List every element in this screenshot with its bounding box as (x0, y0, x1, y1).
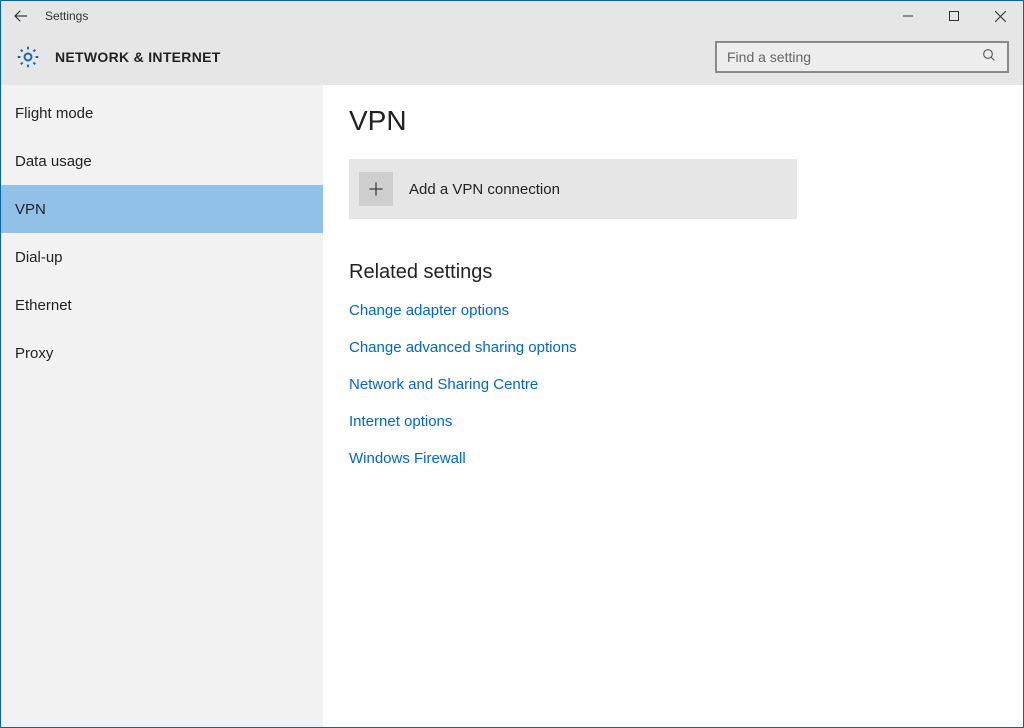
sidebar-item-label: VPN (15, 201, 46, 218)
sidebar: Flight mode Data usage VPN Dial-up Ether… (1, 85, 323, 727)
settings-window: Settings (0, 0, 1024, 728)
sidebar-item-label: Data usage (15, 153, 92, 170)
link-windows-firewall[interactable]: Windows Firewall (349, 450, 466, 467)
maximize-icon (949, 11, 959, 21)
titlebar-left: Settings (7, 2, 88, 30)
link-change-advanced-sharing-options[interactable]: Change advanced sharing options (349, 339, 577, 356)
search-input[interactable] (727, 49, 981, 65)
sidebar-item-data-usage[interactable]: Data usage (1, 137, 323, 185)
gear-icon (15, 44, 41, 70)
related-settings-heading: Related settings (349, 261, 997, 284)
minimize-icon (903, 11, 913, 21)
sidebar-item-flight-mode[interactable]: Flight mode (1, 89, 323, 137)
plus-icon (359, 172, 393, 206)
titlebar: Settings (1, 1, 1023, 31)
sidebar-item-label: Flight mode (15, 105, 93, 122)
close-button[interactable] (977, 1, 1023, 31)
add-vpn-label: Add a VPN connection (409, 181, 560, 198)
arrow-left-icon (12, 7, 30, 25)
content: VPN Add a VPN connection Related setting… (323, 85, 1023, 727)
search-icon (981, 47, 997, 68)
sidebar-item-dial-up[interactable]: Dial-up (1, 233, 323, 281)
window-title: Settings (45, 9, 88, 23)
sidebar-item-label: Dial-up (15, 249, 63, 266)
header-left: NETWORK & INTERNET (15, 44, 221, 70)
sidebar-item-vpn[interactable]: VPN (1, 185, 323, 233)
link-network-and-sharing-centre[interactable]: Network and Sharing Centre (349, 376, 538, 393)
minimize-button[interactable] (885, 1, 931, 31)
link-change-adapter-options[interactable]: Change adapter options (349, 302, 509, 319)
close-icon (995, 11, 1006, 22)
sidebar-item-label: Proxy (15, 345, 53, 362)
header: NETWORK & INTERNET (1, 31, 1023, 85)
maximize-button[interactable] (931, 1, 977, 31)
sidebar-item-label: Ethernet (15, 297, 72, 314)
page-heading: VPN (349, 105, 997, 137)
back-button[interactable] (7, 2, 35, 30)
link-internet-options[interactable]: Internet options (349, 413, 452, 430)
header-title: NETWORK & INTERNET (55, 49, 221, 65)
related-links: Change adapter options Change advanced s… (349, 302, 997, 467)
search-box[interactable] (715, 41, 1009, 73)
window-controls (885, 1, 1023, 31)
sidebar-item-ethernet[interactable]: Ethernet (1, 281, 323, 329)
add-vpn-button[interactable]: Add a VPN connection (349, 159, 797, 219)
body: Flight mode Data usage VPN Dial-up Ether… (1, 85, 1023, 727)
sidebar-item-proxy[interactable]: Proxy (1, 329, 323, 377)
